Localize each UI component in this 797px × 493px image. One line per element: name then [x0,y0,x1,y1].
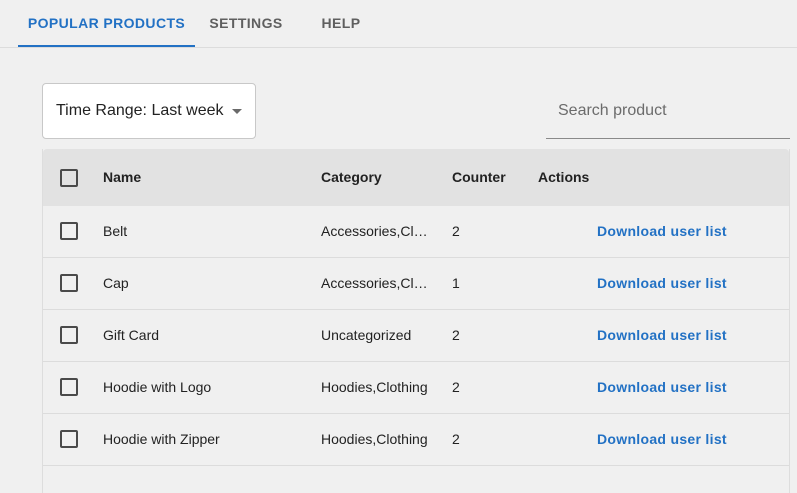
product-category: Accessories,Clothing [321,275,431,291]
table-row: Hoodie with Zipper Hoodies,Clothing 2 Do… [43,414,789,466]
row-checkbox[interactable] [60,222,78,240]
select-all-checkbox[interactable] [60,169,78,187]
tab-popular-products[interactable]: POPULAR PRODUCTS [18,0,195,47]
search-field [546,85,790,139]
product-counter: 2 [452,431,460,447]
row-checkbox[interactable] [60,430,78,448]
download-user-list-link[interactable]: Download user list [597,310,767,361]
time-range-select[interactable]: Time Range: Last week [42,83,256,139]
product-category: Hoodies,Clothing [321,431,428,447]
download-user-list-link[interactable]: Download user list [597,414,767,465]
product-name: Gift Card [103,327,160,343]
row-checkbox[interactable] [60,274,78,292]
product-counter: 2 [452,327,460,343]
column-header-category[interactable]: Category [321,149,431,206]
product-name: Hoodie with Zipper [103,431,220,447]
product-counter: 1 [452,275,460,291]
download-user-list-link[interactable]: Download user list [597,206,767,257]
column-header-counter[interactable]: Counter [452,149,522,206]
table-row: Hoodie with Logo Hoodies,Clothing 2 Down… [43,362,789,414]
row-checkbox[interactable] [60,326,78,344]
tab-bar: POPULAR PRODUCTS SETTINGS HELP [0,0,797,48]
search-input[interactable] [546,85,790,137]
product-counter: 2 [452,223,460,239]
download-user-list-link[interactable]: Download user list [597,258,767,309]
row-checkbox[interactable] [60,378,78,396]
table-row: Gift Card Uncategorized 2 Download user … [43,310,789,362]
download-user-list-link[interactable]: Download user list [597,362,767,413]
table-row: Belt Accessories,Clothing 2 Download use… [43,206,789,258]
tab-help[interactable]: HELP [297,0,385,47]
time-range-value: Time Range: Last week [56,102,224,119]
product-name: Cap [103,275,129,291]
product-category: Accessories,Clothing [321,223,431,239]
caret-down-icon [232,109,242,114]
column-header-actions: Actions [538,169,590,185]
product-name: Belt [103,223,128,239]
product-name: Hoodie with Logo [103,379,212,395]
tab-settings[interactable]: SETTINGS [195,0,297,47]
products-table: Name Category Counter Actions Belt Acces… [42,149,790,493]
product-category: Hoodies,Clothing [321,379,428,395]
column-header-name[interactable]: Name [103,149,303,206]
product-category: Uncategorized [321,327,412,343]
table-row: Cap Accessories,Clothing 1 Download user… [43,258,789,310]
table-header: Name Category Counter Actions [43,149,789,206]
product-counter: 2 [452,379,460,395]
